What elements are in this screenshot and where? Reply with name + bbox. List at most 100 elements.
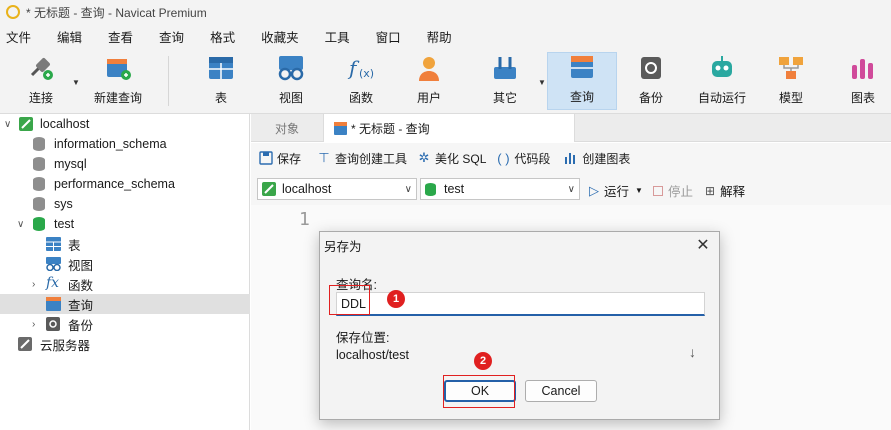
others-button[interactable]: 其它 (484, 52, 526, 110)
query-builder-button[interactable]: ⊤ 查询创建工具 (317, 150, 407, 167)
backup-label: 备份 (638, 91, 663, 105)
automation-button[interactable]: 自动运行 (694, 52, 750, 110)
user-button[interactable]: 用户 (408, 52, 450, 110)
chart-icon (848, 53, 878, 83)
query-icon (334, 121, 347, 135)
database-icon (33, 177, 45, 191)
tree-label: 视图 (68, 258, 94, 273)
automation-label: 自动运行 (697, 91, 746, 105)
tree-db-sys[interactable]: sys (0, 194, 250, 214)
query-button[interactable]: 查询 (547, 52, 617, 110)
tree-cloud-servers[interactable]: 云服务器 (0, 334, 250, 354)
stop-button[interactable]: 停止 (653, 181, 693, 200)
beautify-sql-button[interactable]: ✲ 美化 SQL (417, 150, 487, 167)
annotation-box-name (329, 285, 370, 315)
backup-icon (46, 317, 60, 331)
code-snippet-label: 代码段 (514, 151, 551, 166)
explain-button[interactable]: ⊞ 解释 (705, 181, 745, 200)
tree-db-performance-schema[interactable]: performance_schema (0, 174, 250, 194)
connect-label: 连接 (28, 91, 53, 105)
tree-item-tables[interactable]: 表 (0, 234, 250, 254)
others-label: 其它 (492, 91, 517, 105)
cancel-button[interactable]: Cancel (525, 380, 597, 402)
create-chart-button[interactable]: 创建图表 (564, 150, 630, 167)
menu-query[interactable]: 查询 (153, 27, 194, 46)
robot-icon (707, 53, 737, 83)
stop-icon (653, 185, 663, 196)
run-button[interactable]: ▷ 运行 ▼ (589, 181, 643, 200)
chart-button[interactable]: 图表 (842, 52, 884, 110)
tools-icon (490, 53, 520, 83)
tree-item-queries[interactable]: 查询 (0, 294, 250, 314)
expand-icon[interactable]: › (32, 319, 35, 330)
save-icon (259, 151, 273, 165)
tree-label: 函数 (68, 278, 94, 293)
arrow-down-icon[interactable]: ↓ (689, 344, 696, 360)
new-query-button[interactable]: 新建查询 (90, 52, 146, 110)
run-dropdown-icon[interactable]: ▼ (635, 186, 643, 195)
menu-format[interactable]: 格式 (204, 27, 245, 46)
backup-button[interactable]: 备份 (630, 52, 672, 110)
menu-file[interactable]: 文件 (0, 27, 41, 46)
close-icon[interactable]: ✕ (693, 235, 713, 255)
chart-label: 图表 (850, 91, 875, 105)
line-number: 1 (299, 209, 310, 230)
tree-label: test (54, 217, 75, 231)
menu-tools[interactable]: 工具 (319, 27, 360, 46)
menu-bar: 文件 编辑 查看 查询 格式 收藏夹 工具 窗口 帮助 (0, 24, 891, 48)
tree-db-information-schema[interactable]: information_schema (0, 134, 250, 154)
save-as-dialog: 另存为 ✕ 查询名: DDL 保存位置: localhost/test ↓ OK… (319, 231, 720, 420)
play-icon: ▷ (589, 182, 599, 198)
tab-query[interactable]: * 无标题 - 查询 (323, 114, 575, 142)
menu-window[interactable]: 窗口 (370, 27, 411, 46)
function-button[interactable]: f (x) 函数 (340, 52, 382, 110)
tree-label: performance_schema (54, 177, 175, 191)
brackets-icon: ( ) (497, 150, 510, 166)
navicat-logo-icon (6, 5, 20, 19)
menu-favorites[interactable]: 收藏夹 (255, 27, 309, 46)
tree-label: sys (54, 197, 73, 211)
model-label: 模型 (778, 91, 803, 105)
connection-select[interactable]: localhost ∨ (257, 178, 417, 200)
tree-db-test[interactable]: ∨ test (0, 214, 250, 234)
dialog-title: 另存为 (324, 239, 362, 254)
query-label: 查询 (569, 90, 594, 104)
menu-view[interactable]: 查看 (102, 27, 143, 46)
tree-connection-localhost[interactable]: ∨ localhost (0, 114, 250, 134)
tab-objects[interactable]: 对象 (265, 114, 309, 142)
connection-bar: localhost ∨ test ∨ ▷ 运行 ▼ 停止 ⊞ 解释 (251, 173, 891, 205)
tree-label: information_schema (54, 137, 167, 151)
save-button[interactable]: 保存 (259, 150, 301, 167)
menu-edit[interactable]: 编辑 (51, 27, 92, 46)
collapse-icon[interactable]: ∨ (4, 119, 11, 130)
tree-label: 云服务器 (40, 338, 91, 353)
save-location-label: 保存位置: (336, 331, 390, 345)
view-button[interactable]: 视图 (270, 52, 312, 110)
tab-label: 对象 (275, 121, 300, 136)
menu-help[interactable]: 帮助 (421, 27, 462, 46)
others-dropdown-icon[interactable]: ▼ (538, 78, 546, 87)
connect-button[interactable]: 连接 (18, 52, 64, 110)
connection-icon (262, 182, 276, 196)
annotation-box-ok (443, 375, 515, 408)
tab-bar: 对象 * 无标题 - 查询 (251, 114, 891, 142)
code-snippet-button[interactable]: ( ) 代码段 (496, 150, 550, 167)
main-toolbar: 连接 ▼ 新建查询 表 视图 f (x) 函数 用户 其它 ▼ 查询 备份 自动… (0, 48, 891, 114)
tree-item-functions[interactable]: › fx 函数 (0, 274, 250, 294)
tree-item-backups[interactable]: › 备份 (0, 314, 250, 334)
cloud-icon (18, 337, 32, 351)
plug-icon (26, 53, 56, 83)
view-icon (46, 257, 61, 271)
table-button[interactable]: 表 (200, 52, 242, 110)
database-select[interactable]: test ∨ (420, 178, 580, 200)
model-button[interactable]: 模型 (770, 52, 812, 110)
tree-item-views[interactable]: 视图 (0, 254, 250, 274)
database-icon (33, 197, 45, 211)
connect-dropdown-icon[interactable]: ▼ (72, 78, 80, 87)
sparkle-icon: ✲ (418, 150, 430, 165)
expand-icon[interactable]: › (32, 279, 35, 290)
tree-db-mysql[interactable]: mysql (0, 154, 250, 174)
svg-text:(x): (x) (359, 67, 374, 80)
collapse-icon[interactable]: ∨ (17, 219, 24, 230)
run-label: 运行 (604, 185, 630, 199)
